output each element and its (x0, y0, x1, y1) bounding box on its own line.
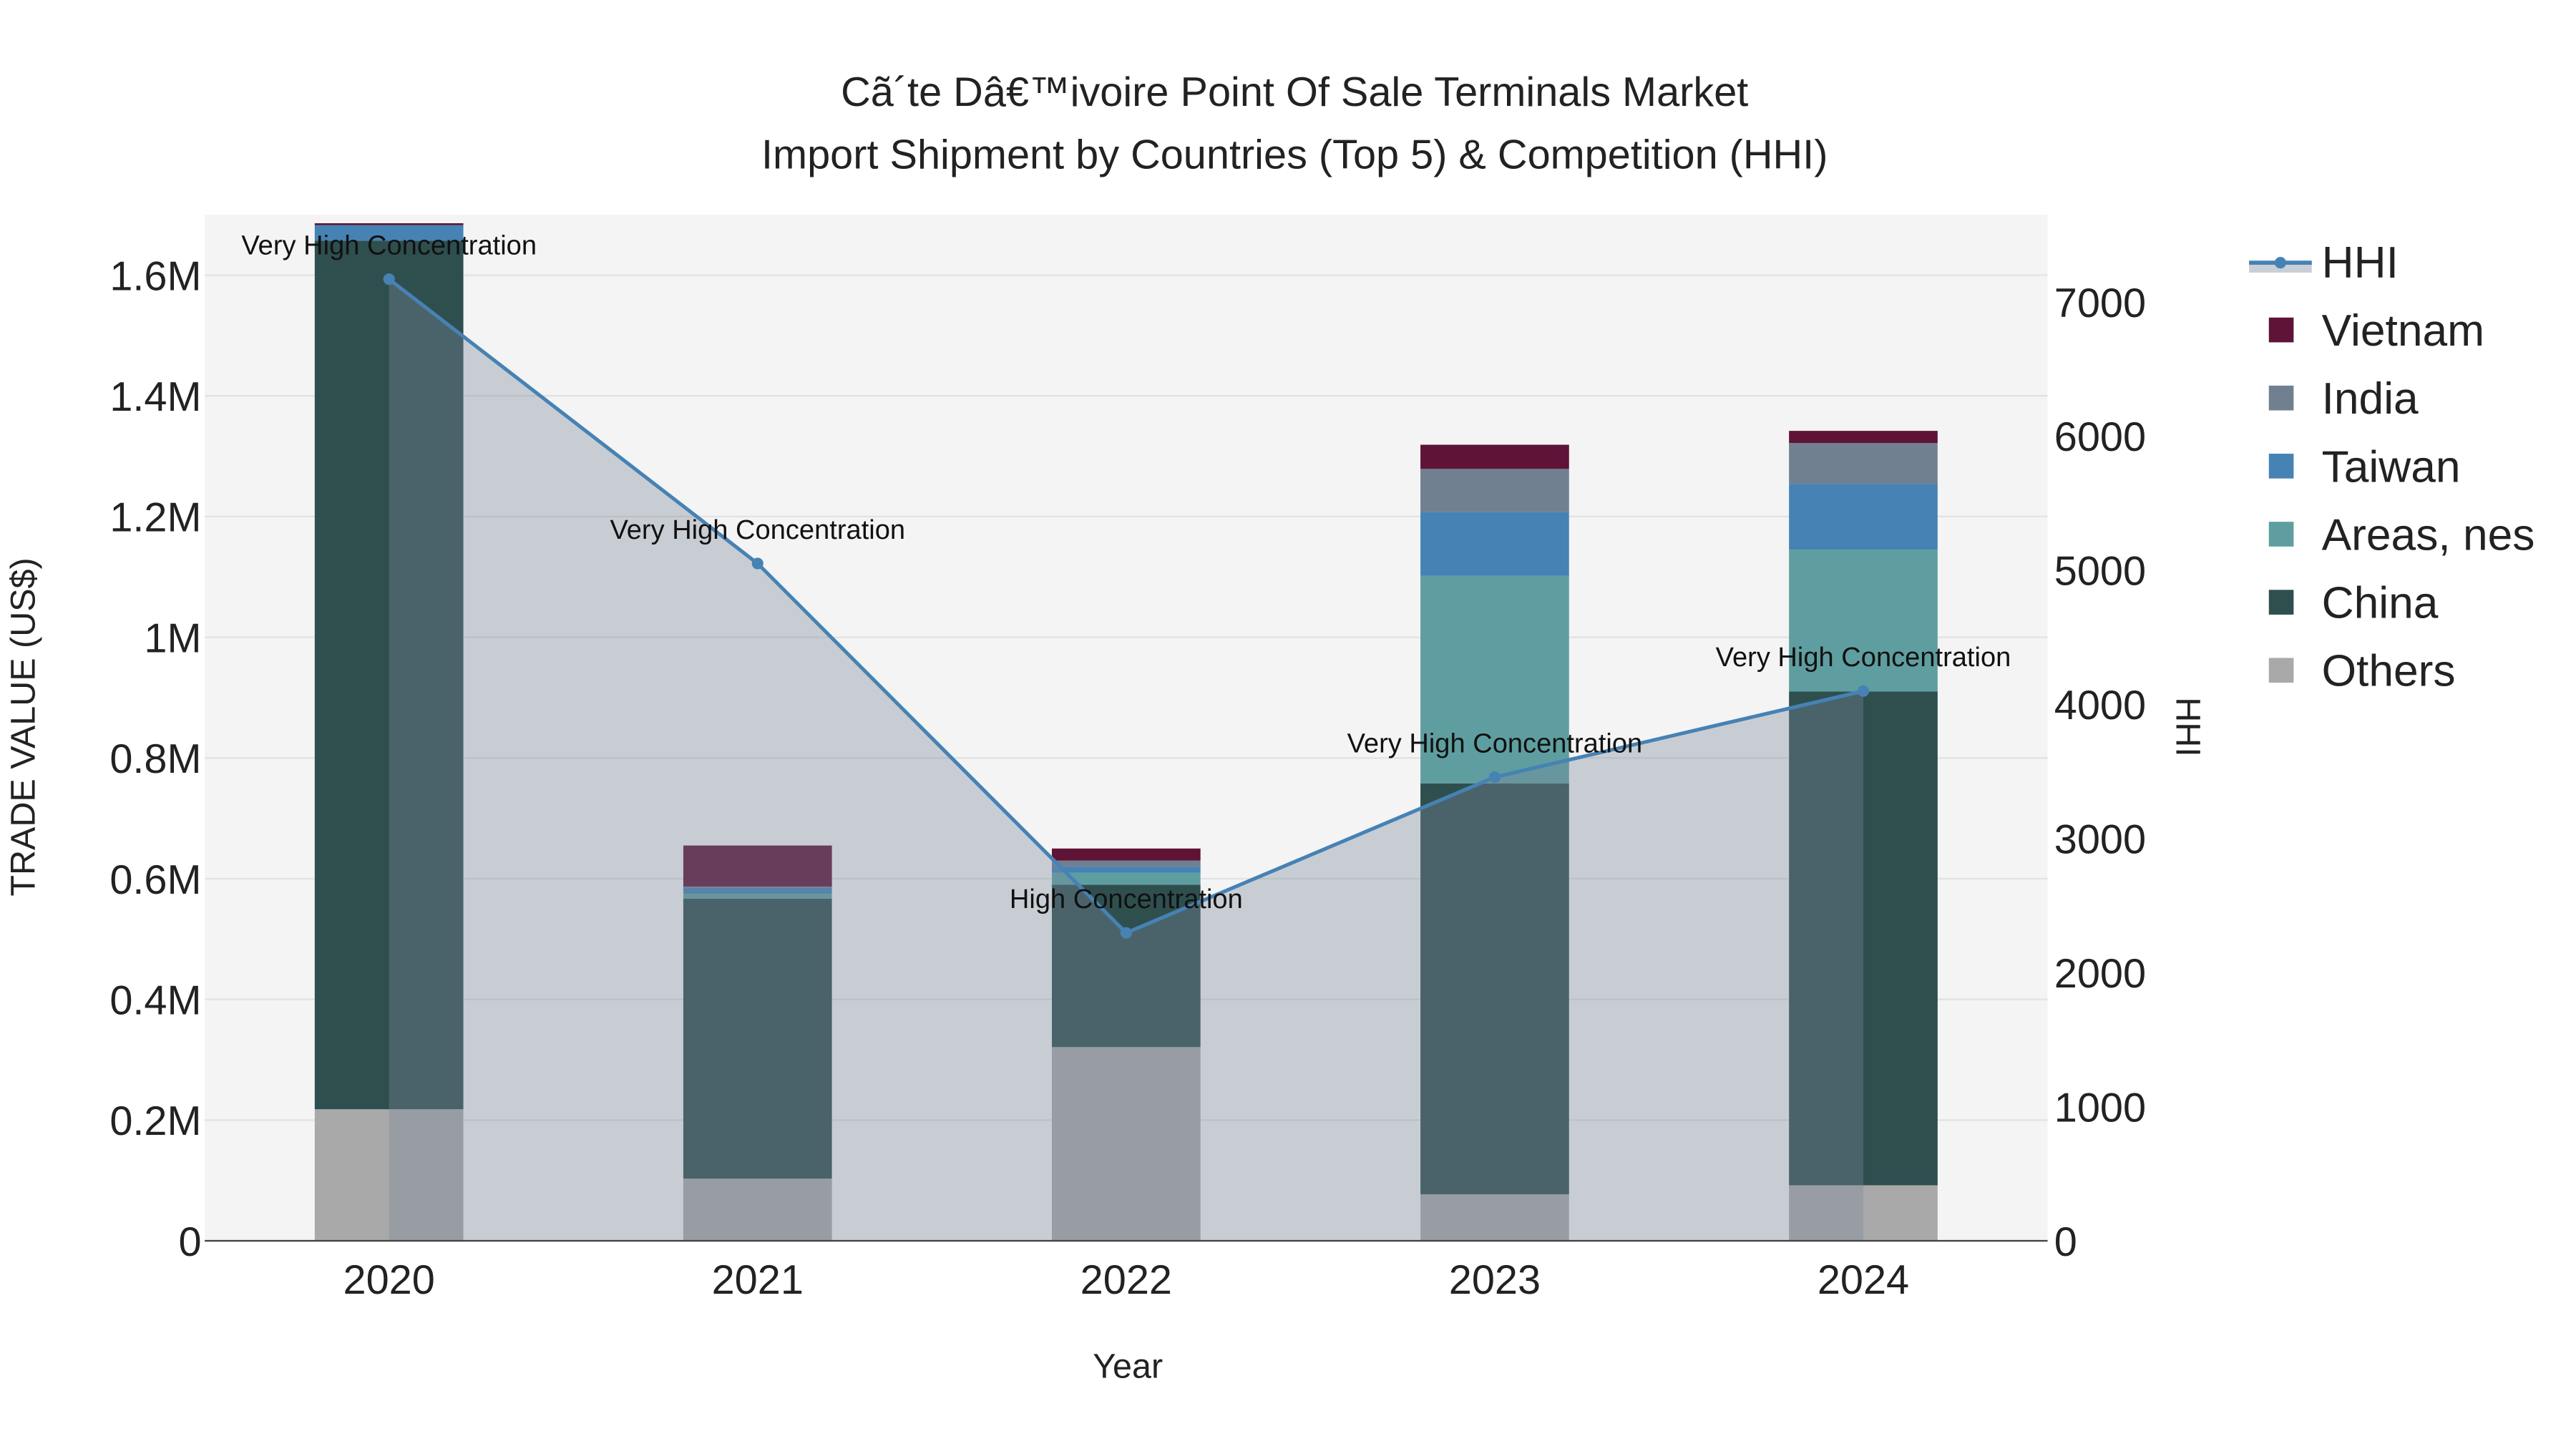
legend-item-others[interactable]: Others (2268, 647, 2456, 696)
legend-marker (2274, 257, 2286, 269)
bar-taiwan-2024 (1789, 484, 1938, 550)
hhi-point (383, 273, 395, 286)
y2-tick-label: 1000 (2054, 1085, 2146, 1131)
legend-label: Taiwan (2322, 442, 2461, 492)
legend-item-vietnam[interactable]: Vietnam (2268, 306, 2484, 356)
y2-tick-label: 6000 (2054, 414, 2146, 460)
bar-india-2022 (1052, 860, 1201, 867)
bar-india-2024 (1789, 443, 1938, 484)
chart-title-line1: Cã´te Dâ€™ivoire Point Of Sale Terminals… (841, 69, 1748, 115)
legend-label: Areas, nes (2322, 510, 2535, 560)
hhi-label: Very High Concentration (610, 515, 905, 545)
y2-tick-label: 4000 (2054, 683, 2146, 728)
legend-item-areas-nes[interactable]: Areas, nes (2268, 510, 2535, 560)
y-tick-label: 0 (178, 1219, 201, 1265)
hhi-point (1857, 685, 1870, 697)
bar-vietnam-2022 (1052, 848, 1201, 861)
y-tick-label: 0.4M (109, 977, 201, 1023)
legend-swatch (2268, 590, 2294, 615)
legend-swatch (2268, 317, 2294, 343)
hhi-label: Very High Concentration (241, 230, 537, 260)
legend-swatch (2268, 522, 2294, 547)
chart: Cã´te Dâ€™ivoire Point Of Sale Terminals… (4, 69, 2535, 1386)
bar-taiwan-2023 (1420, 512, 1569, 576)
y2-tick-label: 3000 (2054, 817, 2146, 863)
hhi-label: Very High Concentration (1347, 728, 1643, 758)
bar-vietnam-2024 (1789, 431, 1938, 444)
legend-swatch (2268, 454, 2294, 479)
hhi-label: High Concentration (1010, 884, 1243, 914)
y-tick-label: 0.6M (109, 857, 201, 903)
y2-tick-label: 5000 (2054, 549, 2146, 595)
legend-label: Others (2322, 647, 2456, 696)
bar-vietnam-2020 (314, 223, 464, 225)
bar-vietnam-2023 (1420, 444, 1569, 469)
y-tick-label: 0.2M (109, 1098, 201, 1144)
x-tick-label: 2022 (1080, 1257, 1172, 1303)
bar-taiwan-2022 (1052, 867, 1201, 873)
x-tick-label: 2020 (343, 1257, 435, 1303)
y-tick-label: 1.4M (109, 374, 201, 420)
y2-tick-label: 7000 (2054, 280, 2146, 326)
y-axis-title: TRADE VALUE (US$) (4, 557, 42, 896)
y-tick-label: 1.2M (109, 495, 201, 541)
y-tick-label: 0.8M (109, 736, 201, 782)
hhi-label: Very High Concentration (1716, 643, 2011, 673)
legend-item-india[interactable]: India (2268, 374, 2419, 424)
hhi-point (1120, 927, 1132, 939)
hhi-point (751, 557, 763, 570)
bar-india-2023 (1420, 469, 1569, 512)
legend-item-hhi[interactable]: HHI (2249, 238, 2399, 288)
hhi-point (1488, 771, 1501, 784)
chart-title-line2: Import Shipment by Countries (Top 5) & C… (761, 132, 1828, 178)
x-tick-label: 2023 (1449, 1257, 1541, 1303)
legend-label: Vietnam (2322, 306, 2484, 356)
y2-tick-label: 0 (2054, 1219, 2077, 1265)
y-tick-label: 1M (144, 615, 201, 661)
legend-item-china[interactable]: China (2268, 579, 2439, 628)
legend-label: HHI (2322, 238, 2399, 288)
legend-item-taiwan[interactable]: Taiwan (2268, 442, 2461, 492)
legend-swatch (2268, 658, 2294, 683)
y-tick-label: 1.6M (109, 253, 201, 299)
x-tick-label: 2024 (1818, 1257, 1909, 1303)
legend-label: India (2322, 374, 2419, 424)
y2-axis-title: HHI (2169, 697, 2207, 757)
legend-label: China (2322, 579, 2439, 628)
x-tick-label: 2021 (712, 1257, 804, 1303)
x-axis-title: Year (1093, 1347, 1163, 1386)
y2-tick-label: 2000 (2054, 951, 2146, 997)
legend-swatch (2268, 385, 2294, 411)
